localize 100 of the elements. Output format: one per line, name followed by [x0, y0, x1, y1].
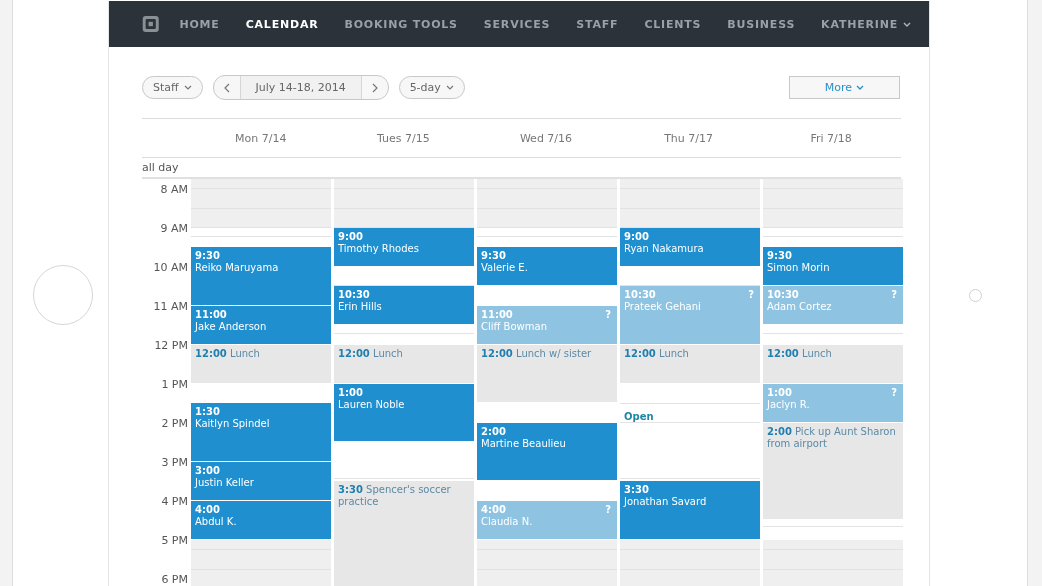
- nav-link[interactable]: CALENDAR: [245, 17, 319, 31]
- event-time: 10:30: [338, 289, 370, 302]
- caret-icon: [445, 85, 454, 90]
- nav-link[interactable]: STAFF: [576, 17, 619, 31]
- appointment-block[interactable]: 3:00 Justin Keller: [191, 461, 331, 501]
- appointment-block[interactable]: 3:30 Jonathan Savard: [620, 481, 760, 540]
- personal-event-block[interactable]: 12:00 Lunch w/ sister: [477, 344, 617, 404]
- caret-icon: [856, 85, 865, 90]
- event-time: 3:30: [624, 484, 649, 497]
- all-day-label: all day: [142, 161, 179, 174]
- client-name: Prateek Gehani: [624, 301, 701, 314]
- hour-label: 11 AM: [153, 299, 188, 313]
- chevron-right-icon: [371, 82, 378, 93]
- appointment-block[interactable]: 11:00 Cliff Bowman ?: [477, 305, 617, 345]
- event-time: 4:00: [481, 503, 506, 516]
- hour-label: 12 PM: [154, 338, 188, 352]
- appointment-block[interactable]: 10:30 Erin Hills: [334, 286, 474, 326]
- client-name: Valerie E.: [481, 262, 528, 275]
- hour-label: 6 PM: [161, 572, 188, 586]
- client-name: Erin Hills: [338, 301, 382, 314]
- hour-label: 10 AM: [153, 260, 188, 274]
- client-name: Lauren Noble: [338, 398, 405, 411]
- event-time: 9:30: [481, 250, 506, 263]
- client-name: Justin Keller: [195, 476, 254, 489]
- client-name: Kaitlyn Spindel: [195, 418, 270, 431]
- user-menu[interactable]: KATHERINE: [821, 17, 911, 31]
- hour-label: 2 PM: [161, 416, 188, 430]
- event-text: 12:00 Lunch: [195, 347, 260, 359]
- appointment-block[interactable]: 9:30 Valerie E.: [477, 247, 617, 287]
- event-time: 9:30: [195, 250, 220, 263]
- hour-label: 4 PM: [161, 494, 188, 508]
- staff-dropdown[interactable]: Staff: [142, 76, 203, 99]
- client-name: Jake Anderson: [195, 320, 267, 333]
- appointment-block[interactable]: 9:00 Ryan Nakamura: [620, 227, 760, 267]
- event-time: 9:00: [624, 230, 649, 243]
- appointment-block[interactable]: 9:30 Reiko Maruyama: [191, 247, 331, 306]
- appointment-block[interactable]: 4:00 Claudia N. ?: [477, 500, 617, 540]
- date-range-label: July 14-18, 2014: [240, 76, 361, 99]
- nav-link[interactable]: CLIENTS: [644, 17, 702, 31]
- personal-event-block[interactable]: 12:00 Lunch: [763, 344, 903, 384]
- chevron-left-icon: [223, 82, 230, 93]
- day-header: Thu 7/17: [664, 131, 713, 145]
- hour-label: 8 AM: [160, 182, 188, 196]
- unconfirmed-mark: ?: [605, 503, 611, 516]
- client-name: Reiko Maruyama: [195, 262, 279, 275]
- personal-event-block[interactable]: 12:00 Lunch: [191, 344, 331, 384]
- appointment-block[interactable]: 9:30 Simon Morin: [763, 247, 903, 287]
- event-time: 11:00: [481, 308, 513, 321]
- hour-label: 3 PM: [161, 455, 188, 469]
- personal-event-block[interactable]: 3:30 Spencer's soccer practice: [334, 481, 474, 586]
- day-header: Tues 7/15: [377, 131, 430, 145]
- nav-link[interactable]: BUSINESS: [727, 17, 796, 31]
- unconfirmed-mark: ?: [748, 289, 754, 302]
- appointment-block[interactable]: 2:00 Martine Beaulieu: [477, 422, 617, 482]
- personal-event-block[interactable]: 2:00 Pick up Aunt Sharon from airport: [763, 422, 903, 521]
- event-text: 2:00 Pick up Aunt Sharon from airport: [767, 425, 896, 449]
- nav-link[interactable]: HOME: [179, 17, 220, 31]
- appointment-block[interactable]: 1:00 Lauren Noble: [334, 383, 474, 443]
- day-header: Wed 7/16: [519, 131, 573, 145]
- unconfirmed-mark: ?: [891, 289, 897, 302]
- appointment-block[interactable]: 9:00 Timothy Rhodes: [334, 227, 474, 267]
- more-dropdown[interactable]: More: [789, 76, 900, 99]
- view-dropdown[interactable]: 5-day: [398, 76, 465, 99]
- appointment-block[interactable]: 10:30 Adam Cortez ?: [763, 286, 903, 326]
- open-slot-label[interactable]: Open: [620, 403, 760, 423]
- client-name: Timothy Rhodes: [338, 242, 419, 255]
- event-text: 12:00 Lunch: [624, 347, 689, 359]
- event-time: 11:00: [195, 308, 227, 321]
- event-time: 2:00: [481, 425, 506, 438]
- appointment-block[interactable]: 11:00 Jake Anderson: [191, 305, 331, 345]
- appointment-block[interactable]: 1:00 Jaclyn R. ?: [763, 383, 903, 423]
- client-name: Martine Beaulieu: [481, 437, 566, 450]
- hour-label: 1 PM: [161, 377, 188, 391]
- client-name: Ryan Nakamura: [624, 242, 704, 255]
- caret-icon: [183, 85, 192, 90]
- personal-event-block[interactable]: 12:00 Lunch: [620, 344, 760, 384]
- unconfirmed-mark: ?: [605, 308, 611, 321]
- event-time: 9:00: [338, 230, 363, 243]
- event-time: 1:00: [767, 386, 792, 399]
- appointment-block[interactable]: 10:30 Prateek Gehani ?: [620, 286, 760, 345]
- event-time: 9:30: [767, 250, 792, 263]
- event-time: 1:00: [338, 386, 363, 399]
- personal-event-block[interactable]: 12:00 Lunch: [334, 344, 474, 384]
- nav-link[interactable]: BOOKING TOOLS: [344, 17, 458, 31]
- event-text: 3:30 Spencer's soccer practice: [338, 484, 451, 508]
- appointment-block[interactable]: 1:30 Kaitlyn Spindel: [191, 403, 331, 462]
- event-time: 10:30: [767, 289, 799, 302]
- event-text: 12:00 Lunch w/ sister: [481, 347, 592, 359]
- client-name: Jaclyn R.: [767, 398, 810, 411]
- client-name: Jonathan Savard: [624, 496, 707, 509]
- event-text: 12:00 Lunch: [338, 347, 403, 359]
- unconfirmed-mark: ?: [891, 386, 897, 399]
- client-name: Claudia N.: [481, 515, 533, 528]
- nav-link[interactable]: SERVICES: [483, 17, 551, 31]
- hour-label: 9 AM: [160, 221, 188, 235]
- caret-icon: [903, 21, 911, 27]
- event-time: 3:00: [195, 464, 220, 477]
- appointment-block[interactable]: 4:00 Abdul K.: [191, 500, 331, 540]
- event-text: 12:00 Lunch: [767, 347, 832, 359]
- client-name: Simon Morin: [767, 262, 830, 275]
